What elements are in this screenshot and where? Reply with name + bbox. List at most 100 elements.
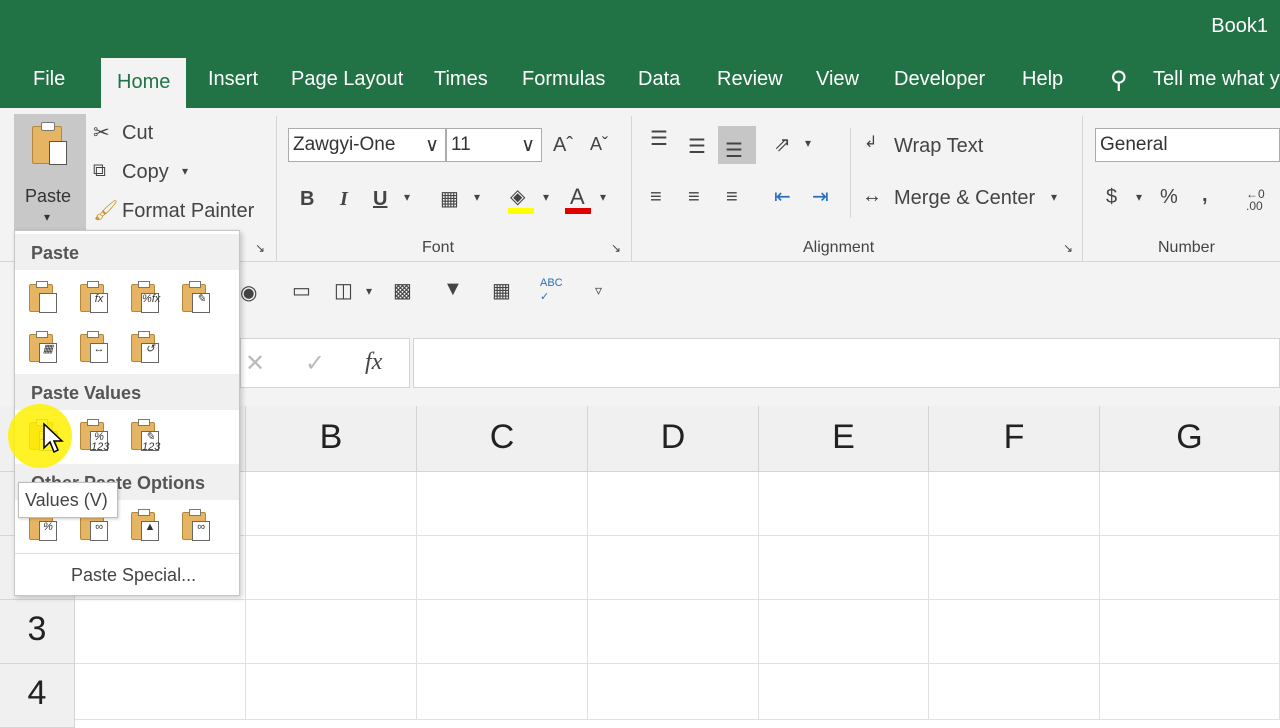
cell[interactable]	[246, 600, 417, 664]
tab-insert[interactable]: Insert	[208, 68, 258, 91]
comment-icon[interactable]: ▩	[393, 278, 412, 303]
borders-dropdown-icon[interactable]: ▾	[474, 190, 480, 204]
font-color-dropdown-icon[interactable]: ▾	[600, 190, 606, 204]
cell[interactable]	[759, 600, 929, 664]
decrease-font-icon[interactable]: Aˇ	[590, 134, 608, 155]
cell[interactable]	[75, 664, 246, 720]
fill-dropdown-icon[interactable]: ▾	[543, 190, 549, 204]
column-header[interactable]: E	[759, 406, 929, 472]
paste-special-item[interactable]: Paste Special...	[71, 565, 196, 586]
merge-center-button[interactable]: Merge & Center	[894, 187, 1035, 210]
row-header[interactable]: 4	[0, 664, 75, 728]
paste-formulas-number-format-icon[interactable]: %fx	[129, 281, 161, 315]
cell[interactable]	[929, 536, 1100, 600]
page-setup-icon[interactable]: ◫	[334, 278, 353, 303]
cell[interactable]	[1100, 664, 1280, 720]
table-icon[interactable]: ▦	[492, 278, 511, 303]
percent-button[interactable]: %	[1160, 186, 1178, 209]
tab-view[interactable]: View	[816, 68, 859, 91]
increase-font-icon[interactable]: Aˆ	[553, 134, 573, 157]
spelling-icon[interactable]: ABC ✓	[540, 276, 563, 304]
paste-icon[interactable]	[27, 281, 59, 315]
font-size-select[interactable]: 11 ∨	[446, 128, 542, 162]
cell[interactable]	[246, 664, 417, 720]
cell[interactable]	[588, 536, 759, 600]
cell[interactable]	[246, 536, 417, 600]
cell[interactable]	[1100, 600, 1280, 664]
cell[interactable]	[759, 664, 929, 720]
cell[interactable]	[417, 664, 588, 720]
column-header[interactable]: F	[929, 406, 1100, 472]
orientation-dropdown-icon[interactable]: ▾	[805, 136, 811, 150]
column-header[interactable]: B	[246, 406, 417, 472]
currency-dropdown-icon[interactable]: ▾	[1136, 190, 1142, 204]
cell[interactable]	[588, 664, 759, 720]
paste-keep-source-formatting-icon[interactable]: ✎	[180, 281, 212, 315]
paste-transpose-icon[interactable]: ↺	[129, 331, 161, 365]
paste-values-source-formatting-icon[interactable]: ✎ 123	[129, 419, 161, 453]
insert-function-button[interactable]: fx	[365, 349, 382, 376]
increase-decimal-icon[interactable]: ←0.00	[1246, 188, 1265, 212]
cell[interactable]	[759, 472, 929, 536]
merge-dropdown-icon[interactable]: ▾	[1051, 190, 1057, 204]
tab-times[interactable]: Times	[434, 68, 488, 91]
underline-dropdown-icon[interactable]: ▾	[404, 190, 410, 204]
number-format-select[interactable]: General	[1095, 128, 1280, 162]
cell[interactable]	[929, 664, 1100, 720]
row-header[interactable]: 3	[0, 600, 75, 664]
align-bottom-button[interactable]: ☰	[718, 126, 756, 164]
column-header[interactable]: D	[588, 406, 759, 472]
enter-icon[interactable]: ✓	[305, 349, 325, 378]
cell[interactable]	[1100, 536, 1280, 600]
cancel-icon[interactable]: ✕	[245, 349, 265, 378]
filter-icon[interactable]: ▼	[443, 278, 463, 301]
tab-formulas[interactable]: Formulas	[522, 68, 605, 91]
underline-button[interactable]: U	[373, 188, 387, 211]
tab-developer[interactable]: Developer	[894, 68, 985, 91]
borders-icon[interactable]: ▦	[440, 186, 459, 211]
cell[interactable]	[417, 600, 588, 664]
paste-button[interactable]: Paste ▾	[14, 114, 86, 232]
align-left-icon[interactable]: ≡	[650, 186, 662, 209]
cell[interactable]	[588, 472, 759, 536]
wrap-text-button[interactable]: Wrap Text	[894, 135, 983, 158]
tab-review[interactable]: Review	[717, 68, 783, 91]
column-header[interactable]: C	[417, 406, 588, 472]
format-painter-button[interactable]: Format Painter	[122, 200, 254, 223]
paste-linked-picture-icon[interactable]: ∞	[180, 509, 212, 543]
customize-qat-icon[interactable]: ▿	[595, 282, 602, 299]
paste-values-number-format-icon[interactable]: % 123	[78, 419, 110, 453]
tab-page-layout[interactable]: Page Layout	[291, 68, 403, 91]
tab-file[interactable]: File	[33, 68, 65, 91]
tab-home[interactable]: Home	[101, 58, 187, 108]
cell[interactable]	[929, 600, 1100, 664]
align-middle-icon[interactable]: ☰	[688, 134, 706, 159]
font-color-button[interactable]: A	[570, 184, 585, 210]
tab-help[interactable]: Help	[1022, 68, 1063, 91]
align-top-icon[interactable]: ☰	[650, 126, 668, 151]
cell[interactable]	[1100, 472, 1280, 536]
decrease-indent-icon[interactable]: ⇤	[774, 184, 791, 209]
align-right-icon[interactable]: ≡	[726, 186, 738, 209]
increase-indent-icon[interactable]: ⇥	[812, 184, 829, 209]
cut-button[interactable]: Cut	[122, 122, 153, 145]
copy-button[interactable]: Copy	[122, 161, 169, 184]
cell[interactable]	[246, 472, 417, 536]
clipboard-launcher-icon[interactable]: ↘	[255, 241, 265, 255]
new-document-icon[interactable]: ▭	[292, 278, 311, 303]
italic-button[interactable]: I	[340, 188, 348, 211]
fill-color-icon[interactable]: ◈	[510, 184, 525, 209]
font-name-select[interactable]: Zawgyi-One ∨	[288, 128, 446, 162]
formula-input[interactable]	[413, 338, 1280, 388]
paste-keep-column-widths-icon[interactable]: ↔	[78, 331, 110, 365]
paste-no-borders-icon[interactable]: ▦	[27, 331, 59, 365]
paste-picture-icon[interactable]: ▲	[129, 509, 161, 543]
comma-button[interactable]: ,	[1202, 184, 1208, 207]
cell[interactable]	[759, 536, 929, 600]
tell-me-search[interactable]: Tell me what y	[1153, 68, 1280, 91]
copy-dropdown-icon[interactable]: ▾	[182, 164, 188, 178]
align-center-icon[interactable]: ≡	[688, 186, 700, 209]
cell[interactable]	[75, 600, 246, 664]
paste-formulas-icon[interactable]: fx	[78, 281, 110, 315]
column-header[interactable]: G	[1100, 406, 1280, 472]
